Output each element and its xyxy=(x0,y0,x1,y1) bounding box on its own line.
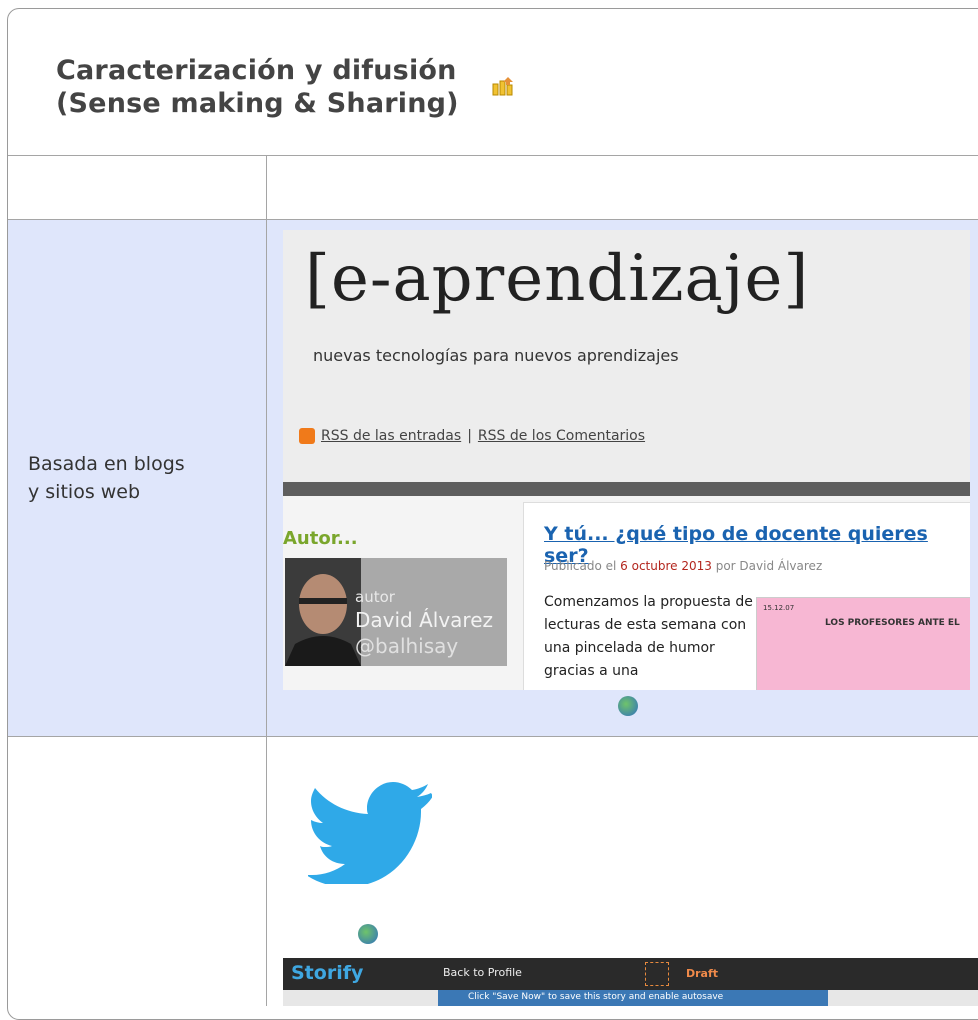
storify-logo: Storify xyxy=(291,962,364,984)
autor-name: David Álvarez xyxy=(355,608,494,632)
autor-handle: @balhisay xyxy=(355,634,459,658)
comic-date: 15.12.07 xyxy=(763,604,795,612)
post-meta-suffix: por David Álvarez xyxy=(711,559,823,573)
draft-label: Draft xyxy=(686,967,719,980)
rss-links: RSS de las entradas | RSS de los Comenta… xyxy=(299,428,645,444)
row-label: Basada en blogs y sitios web xyxy=(28,450,185,506)
chart-icon[interactable] xyxy=(492,76,516,96)
avatar xyxy=(285,558,361,666)
post-meta: Publicado el 6 octubre 2013 por David Ál… xyxy=(544,559,822,573)
rss-entries-link[interactable]: RSS de las entradas xyxy=(321,428,461,444)
post-meta-prefix: Publicado el xyxy=(544,559,621,573)
globe-icon[interactable] xyxy=(358,924,378,944)
post-excerpt: Comenzamos la propuesta de lecturas de e… xyxy=(544,594,753,679)
storify-screenshot[interactable]: Storify Back to Profile Draft Click "Sav… xyxy=(283,958,978,1006)
post-card: Y tú... ¿qué tipo de docente quieres ser… xyxy=(523,502,970,690)
storify-toolbar xyxy=(283,958,978,990)
title-line-1: Caracterización y difusión xyxy=(56,55,457,86)
rss-comments-link[interactable]: RSS de los Comentarios xyxy=(478,428,645,444)
divider xyxy=(8,736,978,737)
blog-tagline: nuevas tecnologías para nuevos aprendiza… xyxy=(313,346,679,365)
nav-bar xyxy=(283,482,970,496)
rss-separator: | xyxy=(467,428,472,444)
globe-icon[interactable] xyxy=(618,696,638,716)
rss-icon xyxy=(299,428,315,444)
page-title: Caracterización y difusión (Sense making… xyxy=(56,54,459,120)
autor-role: autor xyxy=(355,588,395,606)
divider xyxy=(8,155,978,156)
row-label-line-1: Basada en blogs xyxy=(28,453,185,475)
comic-caption: LOS PROFESORES ANTE EL xyxy=(825,618,960,628)
twitter-bird-icon xyxy=(308,782,432,884)
autosave-notice: Click "Save Now" to save this story and … xyxy=(438,990,828,1006)
comic-image: 15.12.07 LOS PROFESORES ANTE EL xyxy=(756,597,970,690)
blog-logo: [e-aprendizaje] xyxy=(305,242,810,316)
back-to-profile-button[interactable]: Back to Profile xyxy=(443,966,522,979)
blog-screenshot[interactable]: [e-aprendizaje] nuevas tecnologías para … xyxy=(283,230,970,690)
draft-icon xyxy=(645,962,669,986)
column-divider xyxy=(266,156,267,1006)
autor-heading: Autor... xyxy=(283,528,358,549)
post-date[interactable]: 6 octubre 2013 xyxy=(620,559,712,573)
title-line-2: (Sense making & Sharing) xyxy=(56,88,459,119)
autor-card: autor David Álvarez @balhisay xyxy=(285,558,507,666)
row-label-line-2: y sitios web xyxy=(28,481,141,503)
